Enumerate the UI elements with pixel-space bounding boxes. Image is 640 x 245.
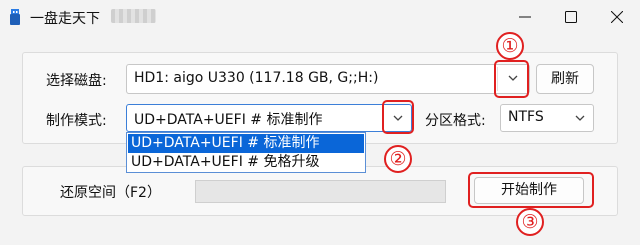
highlight-box-1 xyxy=(494,60,529,98)
marker-2: ② xyxy=(384,145,412,173)
disk-label: 选择磁盘: xyxy=(46,73,107,89)
maximize-icon xyxy=(565,11,577,23)
dropdown-option[interactable]: UD+DATA+UEFI # 免格升级 xyxy=(128,153,364,172)
mode-dropdown-list: UD+DATA+UEFI # 标准制作 UD+DATA+UEFI # 免格升级 xyxy=(126,132,366,173)
usb-icon xyxy=(10,9,20,25)
highlight-box-2 xyxy=(382,100,414,134)
partition-value: NTFS xyxy=(508,109,544,125)
marker-3: ③ xyxy=(516,208,544,236)
disk-select[interactable]: HD1: aigo U330 (117.18 GB, G;;H:) xyxy=(126,64,530,94)
partition-select[interactable]: NTFS xyxy=(500,104,594,132)
highlight-box-3 xyxy=(468,172,594,208)
restore-label: 还原空间（F2） xyxy=(60,185,161,201)
partition-label: 分区格式: xyxy=(425,113,486,129)
dropdown-option[interactable]: UD+DATA+UEFI # 标准制作 xyxy=(128,134,364,153)
disk-value: HD1: aigo U330 (117.18 GB, G;;H:) xyxy=(134,70,379,86)
marker-1: ① xyxy=(496,32,524,60)
mode-select[interactable]: UD+DATA+UEFI # 标准制作 xyxy=(126,104,412,132)
maximize-button[interactable] xyxy=(548,0,594,34)
mode-value: UD+DATA+UEFI # 标准制作 xyxy=(134,112,323,128)
title-bar: 一盘走天下 xyxy=(0,0,640,34)
minimize-icon xyxy=(519,16,531,18)
window-title: 一盘走天下 xyxy=(30,11,100,27)
blurred-title-suffix xyxy=(111,9,156,23)
app-window: 一盘走天下 选择磁盘: HD1: aigo U330 (117.18 GB, G… xyxy=(0,0,640,245)
restore-progress-bar xyxy=(195,180,446,203)
close-button[interactable] xyxy=(594,0,640,34)
mode-label: 制作模式: xyxy=(46,113,107,129)
minimize-button[interactable] xyxy=(502,0,548,34)
close-icon xyxy=(611,11,623,23)
refresh-button[interactable]: 刷新 xyxy=(536,64,594,94)
chevron-down-icon xyxy=(575,115,585,121)
